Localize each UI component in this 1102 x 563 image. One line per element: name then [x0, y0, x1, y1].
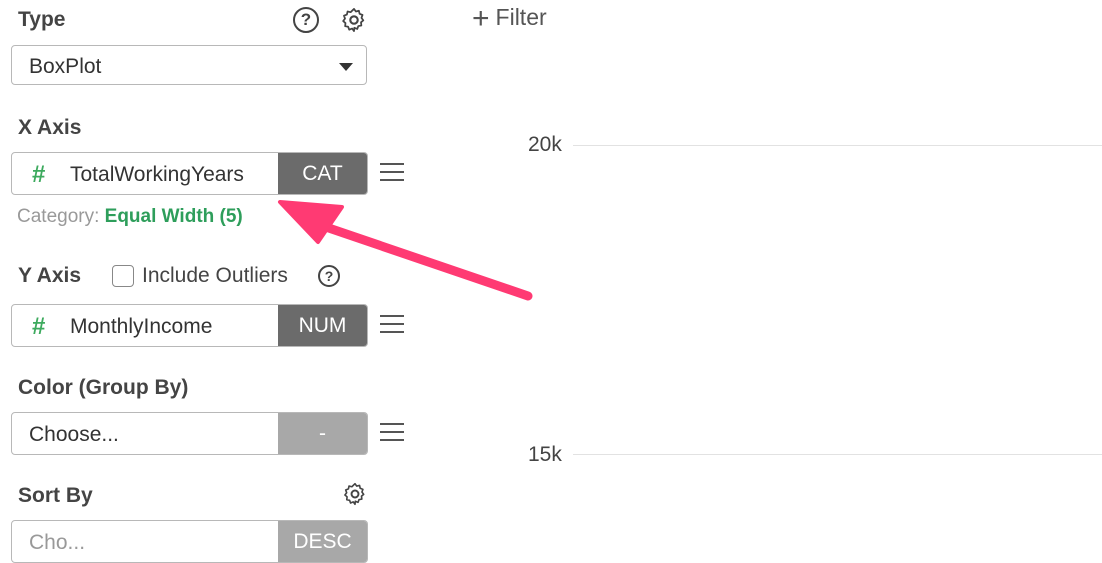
annotation-arrow [278, 200, 533, 301]
